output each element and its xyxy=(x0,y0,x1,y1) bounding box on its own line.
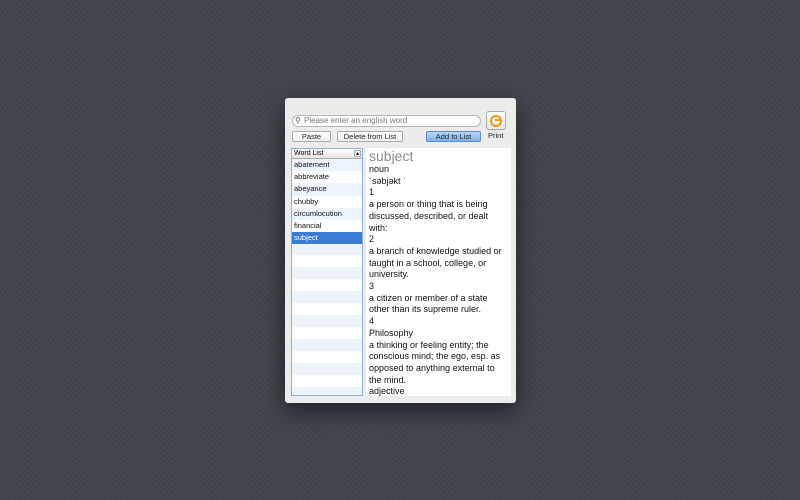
definition-panel: subject noun ˈsəbjəkt ˈ1a person or thing… xyxy=(366,148,511,396)
definition-line: 3 xyxy=(369,281,375,292)
definition-line: taught in a school, college, or xyxy=(369,257,487,268)
word-list-item[interactable]: chubby xyxy=(292,195,362,208)
definition-line: conscious mind; the ego, esp. as xyxy=(369,351,501,362)
word-list-item[interactable]: subject xyxy=(292,232,362,245)
paste-button[interactable]: Paste xyxy=(292,131,331,142)
word-list[interactable]: Word List ▲ abatement abbreviate abeyance ch… xyxy=(291,148,363,396)
definition-line: a branch of knowledge studied or xyxy=(369,245,502,256)
sort-arrow-icon: ▲ xyxy=(354,150,361,157)
word-list-header[interactable]: Word List ▲ xyxy=(292,149,362,159)
definition-line: 2 xyxy=(369,234,375,245)
definition-line: Philosophy xyxy=(369,327,414,338)
print-button[interactable] xyxy=(486,111,506,130)
word-list-header-label: Word List xyxy=(294,150,324,157)
definition-line: discussed, described, or dealt xyxy=(369,210,489,221)
definition-line: 4 xyxy=(369,316,375,327)
word-list-item[interactable]: circumlocution xyxy=(292,207,362,220)
word-list-item[interactable]: abatement xyxy=(292,159,362,172)
word-list-item[interactable]: financial xyxy=(292,219,362,233)
definition-line: a citizen or member of a state xyxy=(369,292,488,303)
definition-line: a person or thing that is being xyxy=(369,199,488,210)
search-placeholder: Please enter an english word xyxy=(304,116,408,125)
definition-line: opposed to anything external to xyxy=(369,362,495,373)
search-icon: ⚲ xyxy=(295,116,301,125)
definition-line: ˈsəbjəkt ˈ xyxy=(369,175,407,186)
dictionary-window: ⚲ Please enter an english word Paste Del… xyxy=(285,98,516,403)
definition-line: noun xyxy=(369,164,390,174)
word-list-item[interactable]: abbreviate xyxy=(292,171,362,184)
definition-line: a thinking or feeling entity; the xyxy=(369,339,489,350)
word-list-item[interactable]: abeyance xyxy=(292,183,362,196)
definition-line: with: xyxy=(369,222,388,233)
print-label: Print xyxy=(488,131,504,140)
definition-word: subject xyxy=(369,148,414,164)
search-input[interactable]: ⚲ Please enter an english word xyxy=(292,115,481,127)
definition-line: 1 xyxy=(369,187,375,198)
add-to-list-button[interactable]: Add to List xyxy=(426,131,481,142)
definition-line: the mind. xyxy=(369,374,407,385)
print-icon xyxy=(490,114,502,127)
definition-line: adjective xyxy=(369,386,405,396)
definition-line: other than its supreme ruler. xyxy=(369,304,482,315)
delete-from-list-button[interactable]: Delete from List xyxy=(337,131,403,142)
definition-line: university. xyxy=(369,269,409,280)
